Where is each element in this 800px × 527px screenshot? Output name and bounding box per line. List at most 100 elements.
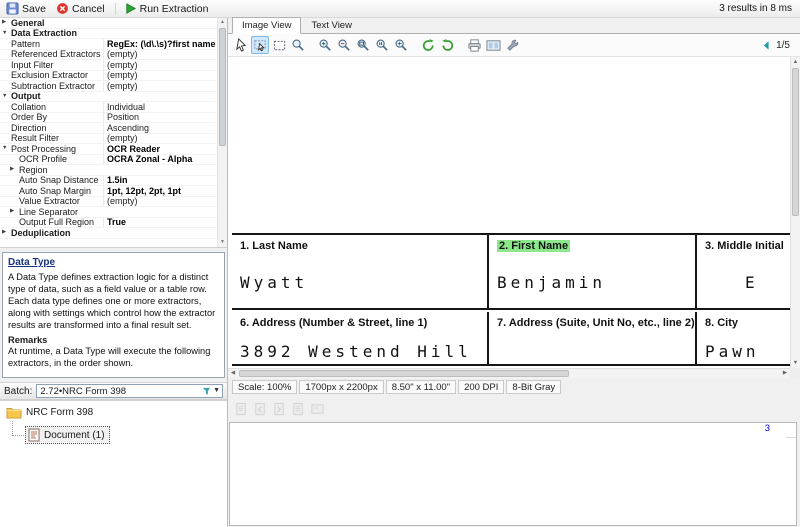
property-row[interactable]: Exclusion Extractor (empty) — [0, 71, 217, 82]
property-row[interactable]: Auto Snap Margin 1pt, 12pt, 2pt, 1pt — [0, 186, 217, 197]
property-value[interactable]: (empty) — [103, 60, 217, 70]
settings-button[interactable] — [503, 36, 521, 54]
scroll-down-icon[interactable]: ▼ — [218, 238, 227, 247]
property-value[interactable]: OCR Reader — [103, 144, 217, 154]
property-value[interactable]: 1.5in — [103, 175, 217, 185]
dropdown-caret-icon[interactable]: ▼ — [213, 386, 220, 396]
tab-text-view[interactable]: Text View — [301, 17, 361, 34]
property-value[interactable]: (empty) — [103, 196, 217, 206]
tree-item-batch-root[interactable]: NRC Form 398 — [0, 401, 227, 419]
document-viewer[interactable]: 1. Last Name Wyatt 2. First Name Benjami… — [228, 57, 800, 378]
prev-result-icon[interactable] — [253, 402, 268, 417]
frames-button[interactable] — [484, 36, 502, 54]
property-value[interactable]: OCRA Zonal - Alpha — [103, 154, 217, 164]
property-value[interactable]: (empty) — [103, 70, 217, 80]
property-row[interactable]: Auto Snap Distance 1.5in — [0, 176, 217, 187]
form-cell-first-name: 2. First Name Benjamin — [489, 235, 697, 308]
document-node[interactable]: Document (1) — [25, 426, 110, 444]
cancel-button[interactable]: Cancel — [53, 1, 110, 17]
property-row[interactable]: ▶ Line Separator — [0, 207, 217, 218]
property-row[interactable]: Output Full Region True — [0, 218, 217, 229]
refresh-button[interactable] — [419, 36, 437, 54]
run-extraction-button[interactable]: Run Extraction — [121, 1, 214, 17]
property-row[interactable]: ▶ Region — [0, 165, 217, 176]
print-button[interactable] — [465, 36, 483, 54]
property-row[interactable]: Order By Position — [0, 113, 217, 124]
results-summary: 3 results in 8 ms — [719, 3, 792, 14]
tree-item-document[interactable]: Document (1) — [25, 426, 227, 444]
rotate-button[interactable] — [438, 36, 456, 54]
first-result-icon[interactable] — [234, 402, 249, 417]
filter-icon[interactable] — [202, 387, 211, 396]
property-row[interactable]: ▼ Data Extraction — [0, 29, 217, 40]
property-value[interactable]: Individual — [103, 102, 217, 112]
property-row[interactable]: Subtraction Extractor (empty) — [0, 81, 217, 92]
page-indicator: 1/5 — [776, 40, 790, 51]
property-value[interactable]: 1pt, 12pt, 2pt, 1pt — [103, 186, 217, 196]
scroll-up-icon[interactable]: ▲ — [791, 57, 800, 67]
expand-arrow-icon[interactable]: ▶ — [2, 228, 11, 237]
batch-selector[interactable]: 2.72•NRC Form 398 ▼ — [36, 384, 223, 398]
property-row[interactable]: Pattern RegEx: (\d\.\s)?first name — [0, 39, 217, 50]
horizontal-scrollbar[interactable]: ◀ ▶ — [228, 368, 790, 378]
magnifier-tool-button[interactable] — [289, 36, 307, 54]
select-text-tool-button[interactable] — [251, 36, 269, 54]
scroll-down-icon[interactable]: ▼ — [791, 358, 800, 368]
horizontal-scroll-thumb[interactable] — [239, 370, 569, 377]
vertical-scrollbar[interactable]: ▲ ▼ — [790, 57, 800, 368]
property-row[interactable]: ▶ General — [0, 18, 217, 29]
marquee-tool-button[interactable] — [270, 36, 288, 54]
scroll-up-icon[interactable]: ▲ — [218, 18, 227, 27]
property-row[interactable]: ▼ Post Processing OCR Reader — [0, 144, 217, 155]
vertical-scroll-thumb[interactable] — [792, 68, 799, 216]
property-row[interactable]: Referenced Extractors (empty) — [0, 50, 217, 61]
property-value[interactable]: Ascending — [103, 123, 217, 133]
expand-arrow-icon[interactable]: ▼ — [2, 144, 11, 153]
property-row[interactable]: ▼ Output — [0, 92, 217, 103]
property-row[interactable]: Result Filter (empty) — [0, 134, 217, 145]
form-cell-address1: 6. Address (Number & Street, line 1) 389… — [232, 312, 489, 364]
property-value[interactable]: (empty) — [103, 81, 217, 91]
help-title-link[interactable]: Data Type — [8, 257, 55, 268]
next-result-icon[interactable] — [272, 402, 287, 417]
zoom-out-button[interactable] — [335, 36, 353, 54]
property-row[interactable]: Direction Ascending — [0, 123, 217, 134]
scroll-left-icon[interactable]: ◀ — [228, 369, 238, 378]
pointer-tool-button[interactable] — [232, 36, 250, 54]
tab-image-view[interactable]: Image View — [232, 17, 301, 34]
scrollbar-thumb[interactable] — [219, 28, 226, 146]
highlight-result-icon[interactable] — [310, 402, 325, 417]
property-row[interactable]: OCR Profile OCRA Zonal - Alpha — [0, 155, 217, 166]
property-value[interactable]: (empty) — [103, 49, 217, 59]
property-row[interactable]: Input Filter (empty) — [0, 60, 217, 71]
property-row[interactable]: Collation Individual — [0, 102, 217, 113]
expand-arrow-icon[interactable]: ▶ — [10, 207, 19, 216]
field-label-last-name: 1. Last Name — [240, 240, 308, 252]
zoom-in-button[interactable] — [316, 36, 334, 54]
property-row[interactable]: Value Extractor (empty) — [0, 197, 217, 208]
property-row[interactable]: ▶ Deduplication — [0, 228, 217, 239]
field-label-first-name-highlight[interactable]: 2. First Name — [497, 240, 570, 252]
property-value[interactable]: RegEx: (\d\.\s)?first name — [103, 39, 217, 49]
result-row[interactable]: 2. First Name 100% 3 4594 13 [OCR Reader… — [230, 464, 796, 477]
zoom-fit-button[interactable] — [392, 36, 410, 54]
property-value[interactable]: True — [103, 217, 217, 227]
property-label: Value Extractor — [19, 196, 103, 206]
property-value[interactable]: Position — [103, 112, 217, 122]
zoom-region-button[interactable] — [354, 36, 372, 54]
document-page[interactable]: 1. Last Name Wyatt 2. First Name Benjami… — [228, 57, 790, 368]
scroll-right-icon[interactable]: ▶ — [780, 369, 790, 378]
last-result-icon[interactable] — [291, 402, 306, 417]
frames-icon — [486, 38, 501, 53]
expand-arrow-icon[interactable]: ▼ — [2, 29, 11, 38]
save-button[interactable]: Save — [3, 1, 51, 17]
prev-page-icon[interactable] — [761, 40, 772, 51]
expand-arrow-icon[interactable]: ▶ — [10, 165, 19, 174]
page-navigation: 1/5 — [761, 40, 800, 51]
expand-arrow-icon[interactable]: ▼ — [2, 92, 11, 101]
expand-arrow-icon[interactable]: ▶ — [2, 18, 11, 27]
property-grid-scrollbar[interactable]: ▲ ▼ — [217, 18, 227, 247]
zoom-actual-button[interactable] — [373, 36, 391, 54]
print-icon — [467, 38, 482, 53]
property-value[interactable]: (empty) — [103, 133, 217, 143]
